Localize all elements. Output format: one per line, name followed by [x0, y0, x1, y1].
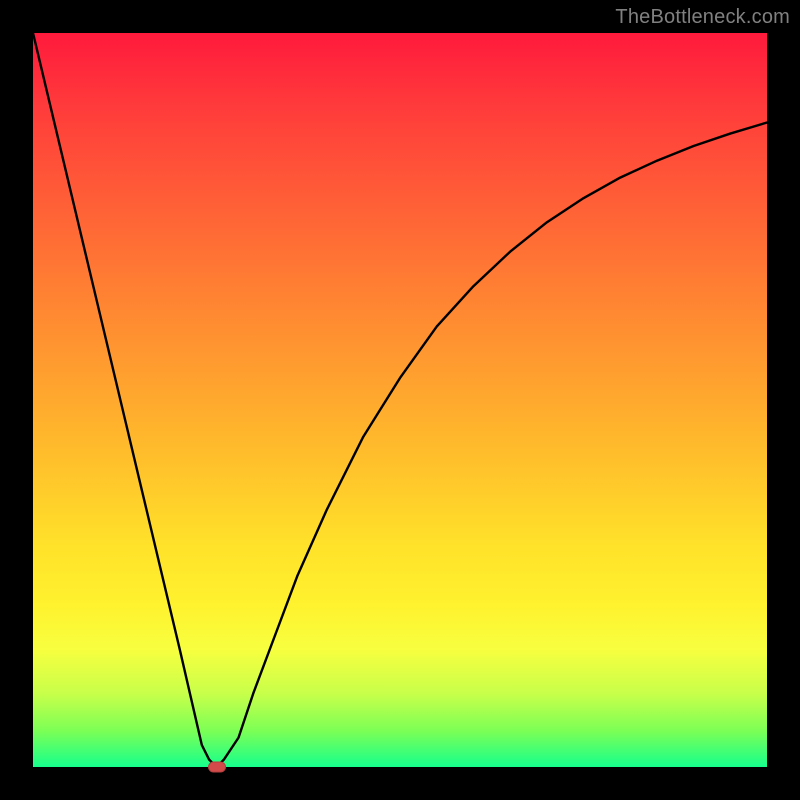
plot-area	[33, 33, 767, 767]
chart-frame: TheBottleneck.com	[0, 0, 800, 800]
bottleneck-curve	[33, 33, 767, 767]
optimal-marker	[208, 762, 226, 773]
attribution-text: TheBottleneck.com	[615, 6, 790, 29]
